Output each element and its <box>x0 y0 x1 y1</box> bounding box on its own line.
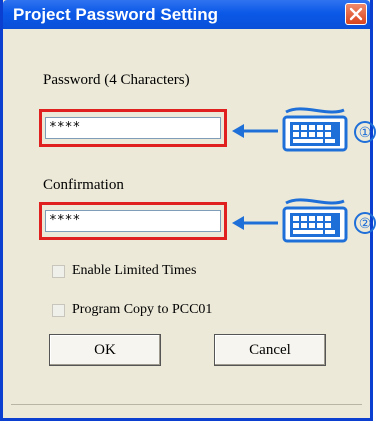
enable-limited-times-checkbox[interactable] <box>52 265 65 278</box>
keyboard-icon <box>282 107 348 152</box>
dialog-title: Project Password Setting <box>13 5 218 24</box>
status-bar <box>11 404 362 417</box>
title-bar: Project Password Setting <box>3 0 370 29</box>
password-label: Password (4 Characters) <box>43 72 190 88</box>
cancel-button[interactable]: Cancel <box>214 334 326 366</box>
enable-limited-times-label: Enable Limited Times <box>72 263 197 278</box>
confirmation-highlight: **** <box>39 202 227 240</box>
confirmation-input[interactable]: **** <box>45 210 221 232</box>
keyboard-icon <box>282 198 348 243</box>
password-highlight: **** <box>39 109 227 147</box>
arrow-left-icon <box>232 124 278 138</box>
program-copy-checkbox[interactable] <box>52 304 65 317</box>
program-copy-label: Program Copy to PCC01 <box>72 302 213 317</box>
close-icon <box>349 7 363 21</box>
confirmation-label: Confirmation <box>43 177 124 193</box>
ok-button[interactable]: OK <box>49 334 161 366</box>
arrow-left-icon <box>232 216 278 230</box>
marker-1: ① <box>354 121 376 143</box>
password-input[interactable]: **** <box>45 117 221 139</box>
marker-2: ② <box>354 212 376 234</box>
close-button[interactable] <box>345 3 367 25</box>
